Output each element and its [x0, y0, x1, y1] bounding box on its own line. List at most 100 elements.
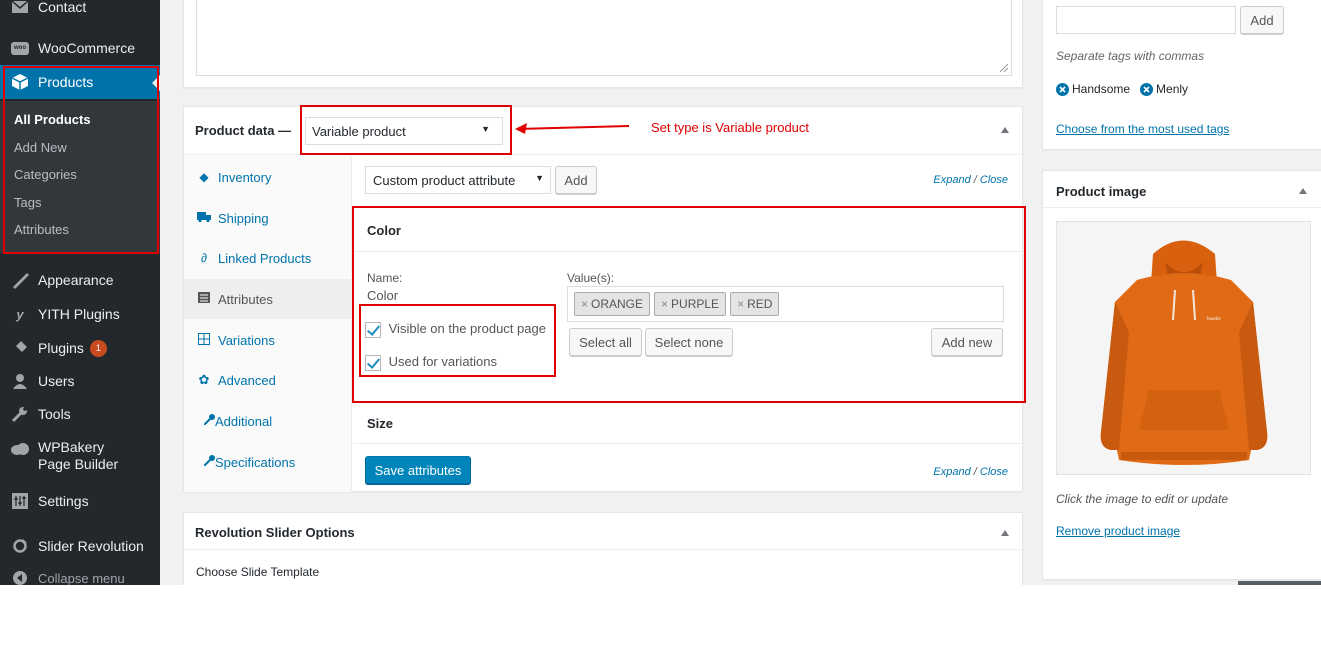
tab-variations[interactable]: Variations	[184, 320, 352, 360]
collapse-arrow-icon[interactable]	[1299, 188, 1307, 194]
tab-specifications[interactable]: Specifications	[184, 442, 352, 482]
revolution-slider-heading: Revolution Slider Options	[195, 525, 355, 540]
tab-attributes[interactable]: Attributes	[184, 279, 352, 319]
description-textarea[interactable]	[196, 0, 1012, 76]
visible-checkbox[interactable]	[365, 321, 381, 338]
menu-tools[interactable]: Tools	[0, 397, 160, 431]
tab-linked-products[interactable]: ∂ Linked Products	[184, 238, 352, 278]
variations-checkbox-row[interactable]: Used for variations	[365, 354, 497, 371]
remove-tag-icon[interactable]	[1140, 82, 1154, 96]
menu-slider-revolution[interactable]: Slider Revolution	[0, 529, 160, 563]
remove-tag-icon[interactable]	[1056, 82, 1069, 96]
revolution-slider-header[interactable]: Revolution Slider Options	[184, 513, 1022, 550]
add-new-value-button[interactable]: Add new	[931, 328, 1003, 356]
product-image[interactable]: hoodie	[1056, 221, 1311, 475]
menu-wpbakery-label: WPBakery Page Builder	[38, 439, 119, 472]
menu-settings[interactable]: Settings	[0, 484, 160, 518]
attribute-color-header[interactable]: Color	[353, 208, 1022, 252]
wp-admin-screen: Contact woo WooCommerce Products All Pro…	[0, 0, 1321, 585]
expand-close-separator: /	[973, 174, 977, 186]
remove-product-image-link[interactable]: Remove product image	[1056, 524, 1180, 538]
remove-chip-icon[interactable]: ×	[661, 297, 668, 311]
expand-close-links-bottom: Expand / Close	[933, 466, 1008, 478]
tag-icon: ◆	[199, 170, 209, 184]
product-image-header[interactable]: Product image	[1043, 171, 1321, 208]
menu-woocommerce[interactable]: woo WooCommerce	[0, 31, 160, 65]
attribute-size-header[interactable]: Size	[353, 402, 1022, 444]
menu-appearance[interactable]: Appearance	[0, 263, 160, 297]
most-used-tags-link[interactable]: Choose from the most used tags	[1056, 122, 1229, 136]
submenu-tags[interactable]: Tags	[14, 195, 41, 210]
menu-contact-label: Contact	[38, 0, 87, 15]
attribute-size-title: Size	[367, 416, 394, 431]
collapse-arrow-icon[interactable]	[1001, 127, 1009, 133]
menu-yith-plugins[interactable]: y YITH Plugins	[0, 297, 160, 331]
submenu-attributes[interactable]: Attributes	[14, 222, 69, 237]
tab-variations-label: Variations	[218, 332, 275, 348]
admin-sidebar: Contact woo WooCommerce Products All Pro…	[0, 0, 160, 585]
tab-shipping[interactable]: Shipping	[184, 198, 352, 238]
tab-specifications-label: Specifications	[215, 454, 296, 470]
gear-icon: ✿	[198, 372, 210, 387]
remove-chip-icon[interactable]: ×	[737, 297, 744, 311]
tag-input[interactable]	[1056, 6, 1236, 34]
menu-slider-revolution-label: Slider Revolution	[38, 538, 144, 554]
tab-advanced[interactable]: ✿ Advanced	[184, 360, 352, 400]
submenu-add-new[interactable]: Add New	[14, 140, 67, 155]
variations-checkbox[interactable]	[365, 354, 381, 371]
value-chip-purple[interactable]: × PURPLE	[654, 292, 727, 316]
expand-link[interactable]: Expand	[933, 174, 970, 186]
menu-contact[interactable]: Contact	[0, 0, 160, 24]
submenu-categories[interactable]: Categories	[14, 167, 77, 182]
collapse-menu[interactable]: Collapse menu	[0, 561, 160, 585]
submenu-all-products[interactable]: All Products	[14, 112, 91, 127]
expand-close-links: Expand / Close	[933, 174, 1008, 186]
menu-products[interactable]: Products	[0, 65, 160, 99]
close-link[interactable]: Close	[980, 466, 1008, 478]
remove-chip-icon[interactable]: ×	[581, 297, 588, 311]
menu-users[interactable]: Users	[0, 364, 160, 398]
expand-link[interactable]: Expand	[933, 466, 970, 478]
value-chip-red[interactable]: × RED	[730, 292, 780, 316]
tab-advanced-label: Advanced	[218, 372, 276, 388]
sliders-icon	[10, 491, 30, 511]
tag-list: Handsome Menly	[1056, 82, 1188, 96]
select-all-button[interactable]: Select all	[569, 328, 642, 356]
product-image-heading: Product image	[1056, 184, 1147, 199]
value-chip-orange[interactable]: × ORANGE	[574, 292, 651, 316]
yith-icon: y	[16, 306, 24, 322]
tab-shipping-label: Shipping	[218, 210, 269, 226]
cube-icon	[10, 72, 30, 92]
add-tag-button[interactable]: Add	[1240, 6, 1284, 34]
attribute-name-value: Color	[367, 288, 399, 303]
close-link[interactable]: Close	[980, 174, 1008, 186]
menu-plugins[interactable]: Plugins 1	[0, 331, 160, 365]
product-image-box: Product image hoodie Click the image to …	[1042, 170, 1321, 580]
collapse-arrow-icon[interactable]	[1001, 530, 1009, 536]
tab-inventory-label: Inventory	[218, 169, 272, 185]
attribute-type-value: Custom product attribute	[373, 172, 516, 188]
envelope-icon	[10, 0, 30, 17]
visible-checkbox-row[interactable]: Visible on the product page	[365, 321, 546, 338]
attribute-type-select[interactable]: Custom product attribute ▼	[365, 166, 551, 194]
tab-additional-label: Additional	[215, 413, 273, 429]
product-data-box: Product data — Variable product ▼ Set ty…	[183, 105, 1026, 492]
product-type-value: Variable product	[312, 123, 406, 139]
attribute-color-title: Color	[367, 223, 401, 238]
wrench-icon	[10, 404, 30, 424]
visible-checkbox-label: Visible on the product page	[388, 321, 546, 336]
resize-handle-icon[interactable]	[1000, 64, 1008, 72]
attribute-color: Color Name: Color Value(s): × ORANGE × PUR…	[353, 207, 1022, 402]
menu-appearance-label: Appearance	[38, 272, 114, 288]
add-attribute-button[interactable]: Add	[555, 166, 597, 194]
tab-additional[interactable]: Additional	[184, 401, 352, 441]
menu-wpbakery[interactable]: WPBakery Page Builder	[0, 439, 160, 479]
tab-inventory[interactable]: ◆ Inventory	[184, 157, 352, 197]
select-none-button[interactable]: Select none	[645, 328, 733, 356]
annotation-text: Set type is Variable product	[651, 120, 810, 135]
save-attributes-button[interactable]: Save attributes	[365, 456, 471, 484]
product-type-select[interactable]: Variable product ▼	[305, 117, 503, 145]
tab-linked-products-label: Linked Products	[218, 250, 312, 266]
user-icon	[10, 371, 30, 391]
attribute-values-input[interactable]: × ORANGE × PURPLE × RED	[567, 286, 1004, 322]
